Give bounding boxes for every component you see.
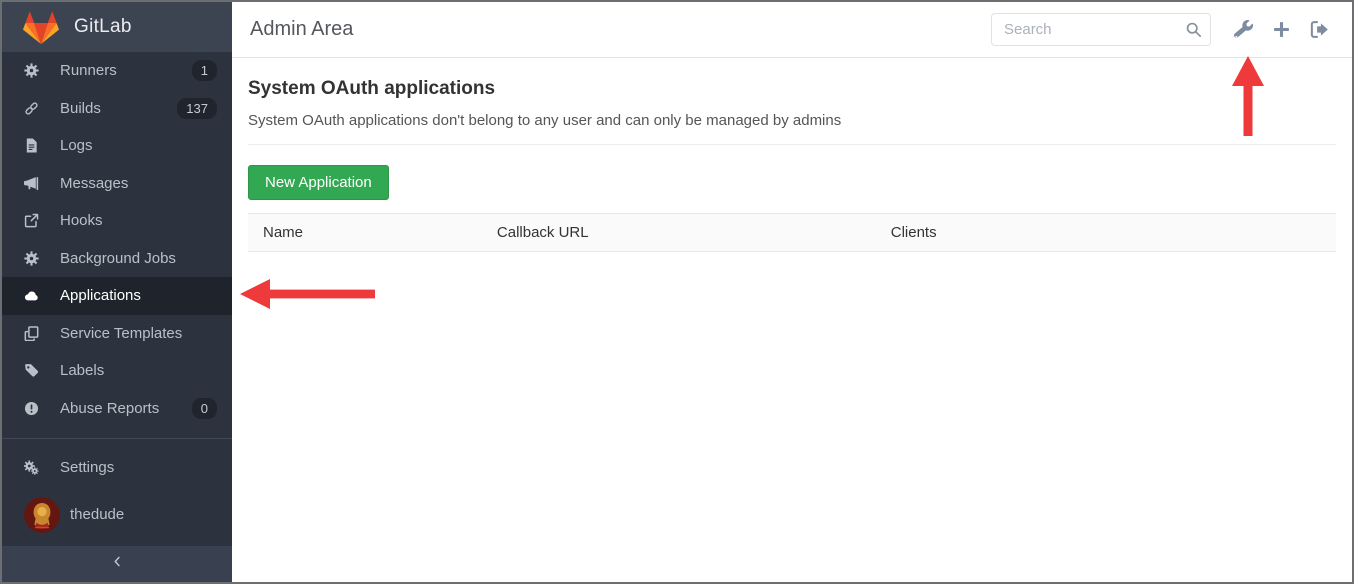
sidebar-item-label: Messages	[60, 175, 128, 192]
plus-icon	[1272, 20, 1291, 39]
section-heading: System OAuth applications	[248, 78, 1336, 100]
app-window: GitLab Runners 1 Builds 137 Logs Messages Hook…	[0, 0, 1354, 584]
user-name: thedude	[70, 506, 124, 523]
sidebar-item-label: Abuse Reports	[60, 400, 159, 417]
sidebar-item-background-jobs[interactable]: Background Jobs	[2, 240, 232, 278]
new-application-button[interactable]: New Application	[248, 165, 389, 200]
section-description: System OAuth applications don't belong t…	[248, 112, 1336, 129]
brand-name: GitLab	[74, 16, 132, 38]
user-avatar	[24, 497, 60, 533]
sidebar-item-labels[interactable]: Labels	[2, 352, 232, 390]
section-divider	[248, 144, 1336, 145]
count-badge: 1	[192, 60, 217, 81]
gear-icon	[2, 63, 60, 78]
sidebar-item-current-user[interactable]: thedude	[2, 487, 232, 543]
sidebar-item-label: Logs	[60, 137, 93, 154]
header-action-icons	[1224, 13, 1338, 46]
gitlab-home-link[interactable]: GitLab	[2, 2, 232, 52]
column-header-clients: Clients	[876, 214, 1336, 251]
exclamation-circle-icon	[2, 401, 60, 416]
sidebar-secondary-nav: Settings	[2, 439, 232, 487]
sidebar-collapse-button[interactable]	[2, 546, 232, 582]
search-input[interactable]	[991, 13, 1211, 46]
main-area: Admin Area System OAuth applications Sys…	[232, 2, 1352, 582]
gears-icon	[2, 460, 60, 475]
sidebar-item-label: Service Templates	[60, 325, 182, 342]
megaphone-icon	[2, 176, 60, 191]
sidebar-item-service-templates[interactable]: Service Templates	[2, 315, 232, 353]
sidebar-item-label: Background Jobs	[60, 250, 176, 267]
chevron-left-icon	[111, 555, 124, 573]
sidebar-item-abuse-reports[interactable]: Abuse Reports 0	[2, 390, 232, 428]
sidebar-item-label: Settings	[60, 459, 114, 476]
cloud-icon	[2, 288, 60, 303]
admin-nav: Runners 1 Builds 137 Logs Messages Hooks Backgr…	[2, 52, 232, 427]
copy-icon	[2, 326, 60, 341]
file-text-icon	[2, 138, 60, 153]
count-badge: 0	[192, 398, 217, 419]
applications-table-header: NameCallback URLClients	[248, 213, 1336, 252]
sidebar-item-applications[interactable]: Applications	[2, 277, 232, 315]
column-header-name: Name	[248, 214, 482, 251]
sidebar-item-messages[interactable]: Messages	[2, 165, 232, 203]
sidebar-item-runners[interactable]: Runners 1	[2, 52, 232, 90]
gitlab-tanuki-logo-icon	[22, 10, 60, 45]
sign-out-button[interactable]	[1300, 13, 1338, 46]
sidebar-item-label: Applications	[60, 287, 141, 304]
sidebar-item-settings[interactable]: Settings	[2, 449, 232, 487]
sign-out-icon	[1310, 20, 1329, 39]
oauth-applications-section: System OAuth applications System OAuth a…	[232, 58, 1352, 266]
top-bar: Admin Area	[232, 2, 1352, 58]
sidebar-item-logs[interactable]: Logs	[2, 127, 232, 165]
sidebar-item-label: Runners	[60, 62, 117, 79]
new-button[interactable]	[1262, 13, 1300, 46]
page-title: Admin Area	[250, 18, 353, 41]
sidebar-item-label: Hooks	[60, 212, 103, 229]
count-badge: 137	[177, 98, 217, 119]
sidebar-item-builds[interactable]: Builds 137	[2, 90, 232, 128]
top-bar-actions	[991, 13, 1338, 46]
chain-link-icon	[2, 101, 60, 116]
gear-icon	[2, 251, 60, 266]
wrench-icon	[1234, 20, 1253, 39]
tag-icon	[2, 363, 60, 378]
external-link-icon	[2, 213, 60, 228]
admin-sidebar: GitLab Runners 1 Builds 137 Logs Messages Hook…	[2, 2, 232, 582]
sidebar-item-label: Labels	[60, 362, 104, 379]
sidebar-item-hooks[interactable]: Hooks	[2, 202, 232, 240]
column-header-callback-url: Callback URL	[482, 214, 876, 251]
admin-wrench-button[interactable]	[1224, 13, 1262, 46]
search-box	[991, 13, 1211, 46]
sidebar-item-label: Builds	[60, 100, 101, 117]
